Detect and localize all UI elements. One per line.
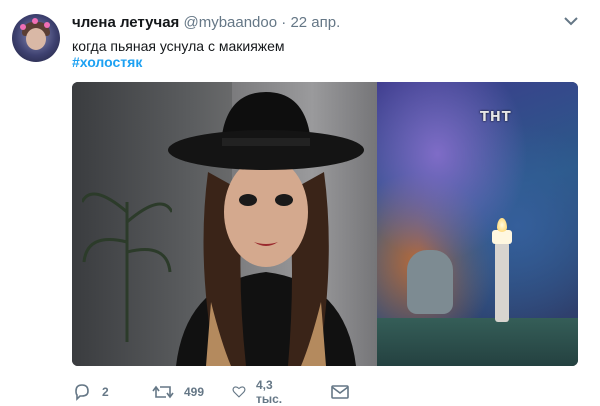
avatar-flower <box>20 24 26 30</box>
media-overlay: ТНТ <box>480 110 512 125</box>
candle-stand <box>495 242 509 322</box>
avatar-face <box>26 28 46 50</box>
author-name[interactable]: члена летучая <box>72 14 179 31</box>
retweet-action[interactable]: 499 <box>152 382 204 402</box>
media-vase <box>407 250 453 314</box>
message-icon[interactable] <box>330 382 350 402</box>
like-count: 4,3 тыс. <box>255 378 283 406</box>
tweet-media[interactable]: ТНТ <box>72 82 578 366</box>
candle <box>492 230 512 244</box>
reply-icon[interactable] <box>72 382 92 402</box>
avatar-flower <box>32 18 38 24</box>
reply-action[interactable]: 2 <box>72 382 109 402</box>
chevron-down-icon[interactable] <box>564 16 578 26</box>
media-table <box>377 318 578 366</box>
retweet-icon[interactable] <box>152 382 174 402</box>
tweet-text: когда пьяная уснула с макияжем <box>72 38 285 54</box>
separator-dot: · <box>281 14 287 31</box>
message-action[interactable] <box>330 382 350 402</box>
avatar[interactable] <box>12 14 60 62</box>
avatar-flower <box>44 22 50 28</box>
like-icon[interactable] <box>232 382 246 402</box>
person-illustration <box>168 92 364 366</box>
author-handle[interactable]: @mybaandoo <box>183 14 277 31</box>
tweet-card[interactable]: члена летучая @mybaandoo · 22 апр. когда… <box>0 0 600 406</box>
tweet-header: члена летучая @mybaandoo · 22 апр. <box>72 14 340 31</box>
like-action[interactable]: 4,3 тыс. <box>232 378 288 406</box>
candle-flame <box>497 218 507 232</box>
hashtag-link[interactable]: #холостяк <box>72 54 142 70</box>
retweet-count: 499 <box>184 385 205 399</box>
tweet-date[interactable]: 22 апр. <box>290 14 340 31</box>
reply-count: 2 <box>102 385 109 399</box>
